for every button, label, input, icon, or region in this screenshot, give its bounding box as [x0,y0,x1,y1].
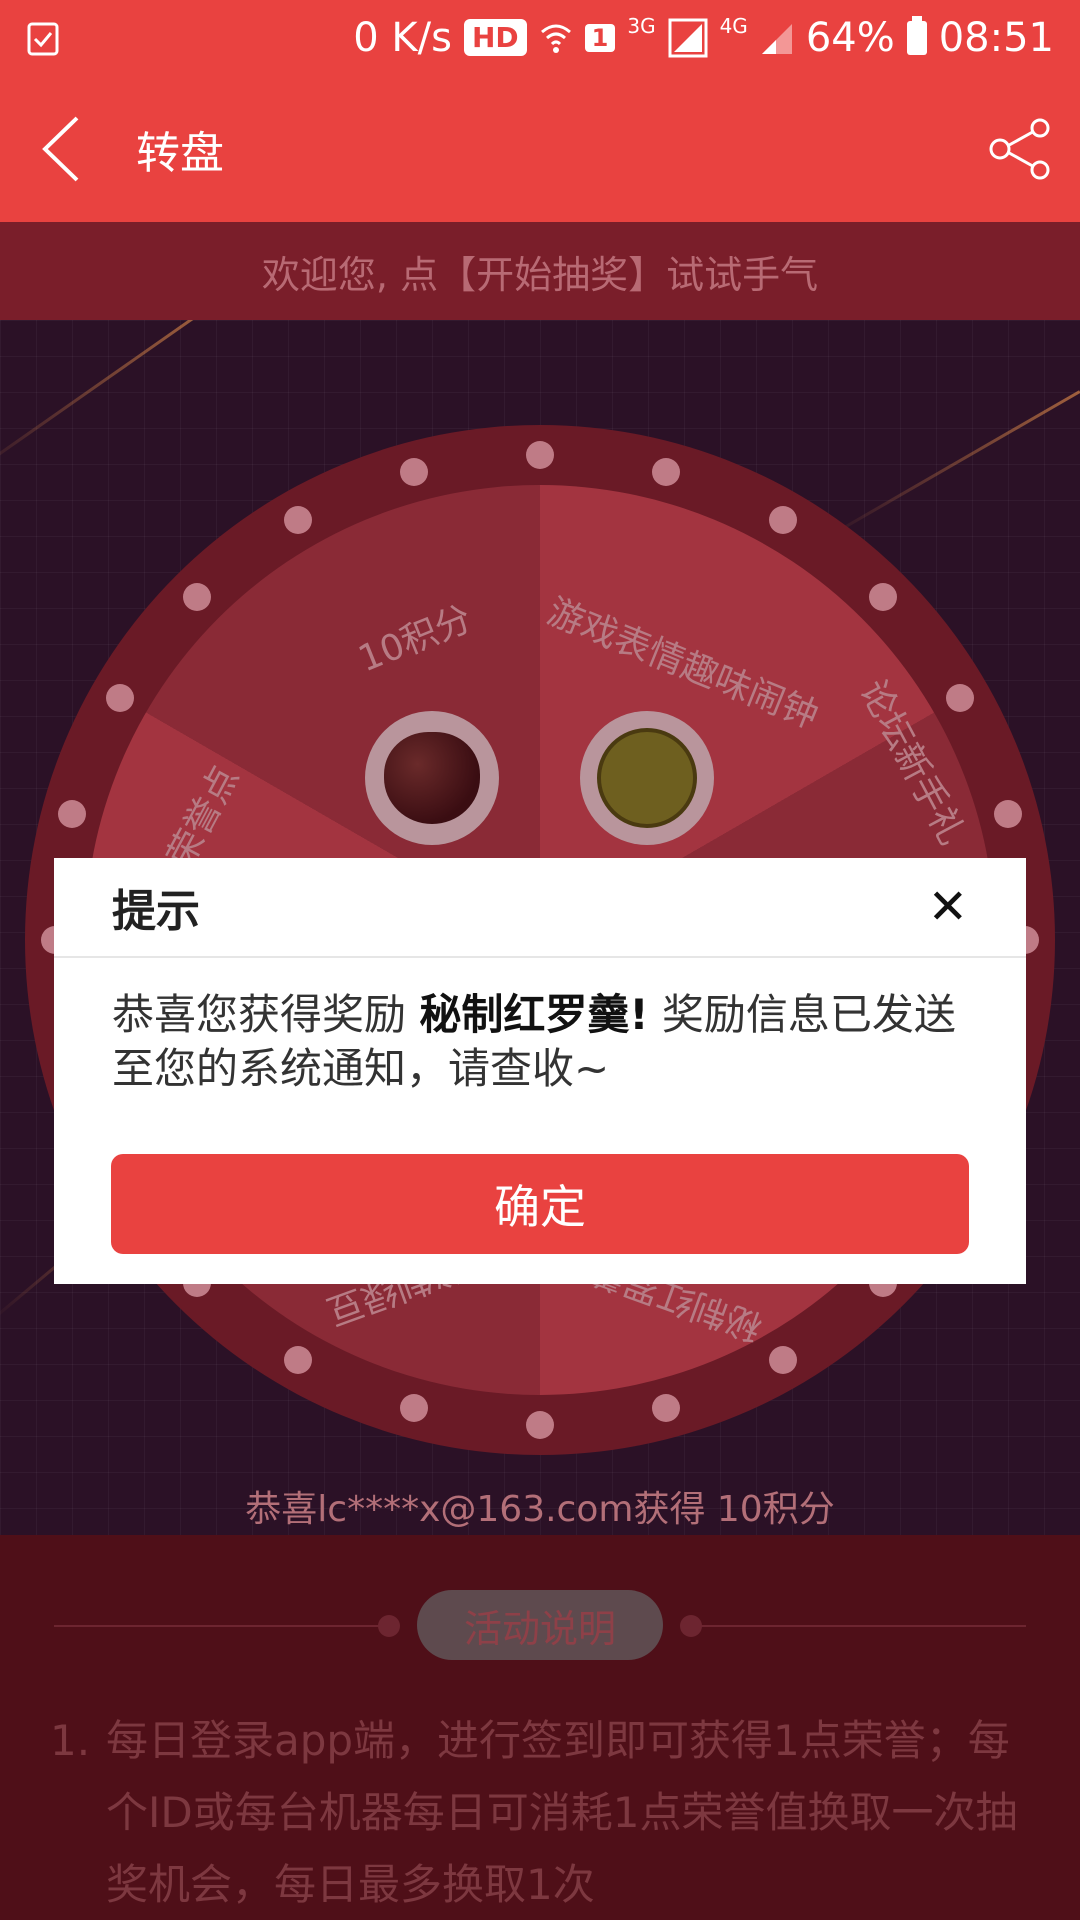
prize-name: 秘制红罗羹! [419,990,649,1039]
rim-light [526,441,554,469]
back-button[interactable] [0,75,120,222]
status-bar: 0 K/s HD 1 3G 4G 64% 08:51 [0,0,1080,75]
battery-icon [906,15,927,55]
dialog-header: 提示 ✕ [54,858,1026,958]
network-4g: 4G [719,13,748,38]
rule-item: 1. 每日登录app端，进行签到即可获得1点荣誉；每个ID或每台机器每日可消耗1… [50,1705,1040,1920]
prize-apple-image [365,711,499,845]
rim-light [868,583,897,612]
rule-text: 每日登录app端，进行签到即可获得1点荣誉；每个ID或每台机器每日可消耗1点荣誉… [106,1716,1018,1909]
network-speed: 0 K/s [353,14,452,61]
network-3g: 3G [627,13,656,38]
rim-light [105,683,134,712]
rim-light [400,457,429,486]
wifi-icon [540,24,571,53]
hd-badge: HD [463,19,527,56]
prize-dialog: 提示 ✕ 恭喜您获得奖励 秘制红罗羹! 奖励信息已发送至您的系统通知，请查收~ … [54,858,1026,1284]
confirm-button[interactable]: 确定 [111,1154,969,1254]
rim-light [651,1394,680,1423]
divider [700,1625,1026,1627]
prize-alarm-clock-image [580,711,714,845]
clock: 08:51 [938,14,1054,61]
rim-light [651,457,680,486]
chevron-left-icon [42,116,79,181]
signal-icon [668,18,708,57]
rim-light [183,583,212,612]
activity-section: 活动说明 1. 每日登录app端，进行签到即可获得1点荣誉；每个ID或每台机器每… [0,1535,1080,1920]
share-button[interactable] [960,75,1080,222]
rim-light [768,1346,797,1375]
rim-light [283,1346,312,1375]
clipboard-check-icon [27,22,59,55]
signal-weak-icon [761,23,792,54]
rim-light [946,683,975,712]
rim-light [57,800,86,829]
rim-light [526,1411,554,1439]
page-title: 转盘 [136,127,224,179]
divider [54,1625,380,1627]
dialog-title: 提示 [112,886,200,937]
divider-dot [378,1615,400,1637]
close-icon[interactable]: ✕ [928,883,968,931]
nav-bar: 转盘 [0,75,1080,222]
rim-light [768,505,797,534]
battery-percent: 64% [805,14,895,61]
welcome-banner: 欢迎您, 点【开始抽奖】试试手气 [0,222,1080,320]
message-prefix: 恭喜您获得奖励 [112,990,420,1039]
share-icon [989,118,1050,179]
rule-number: 1. [50,1716,91,1765]
rim-light [283,505,312,534]
activity-title: 活动说明 [417,1590,663,1660]
divider-dot [680,1615,702,1637]
dialog-message: 恭喜您获得奖励 秘制红罗羹! 奖励信息已发送至您的系统通知，请查收~ [54,958,1026,1096]
winner-ticker: 恭喜lc****x@163.com获得 10积分 [245,1489,835,1530]
sim-badge: 1 [584,23,616,52]
